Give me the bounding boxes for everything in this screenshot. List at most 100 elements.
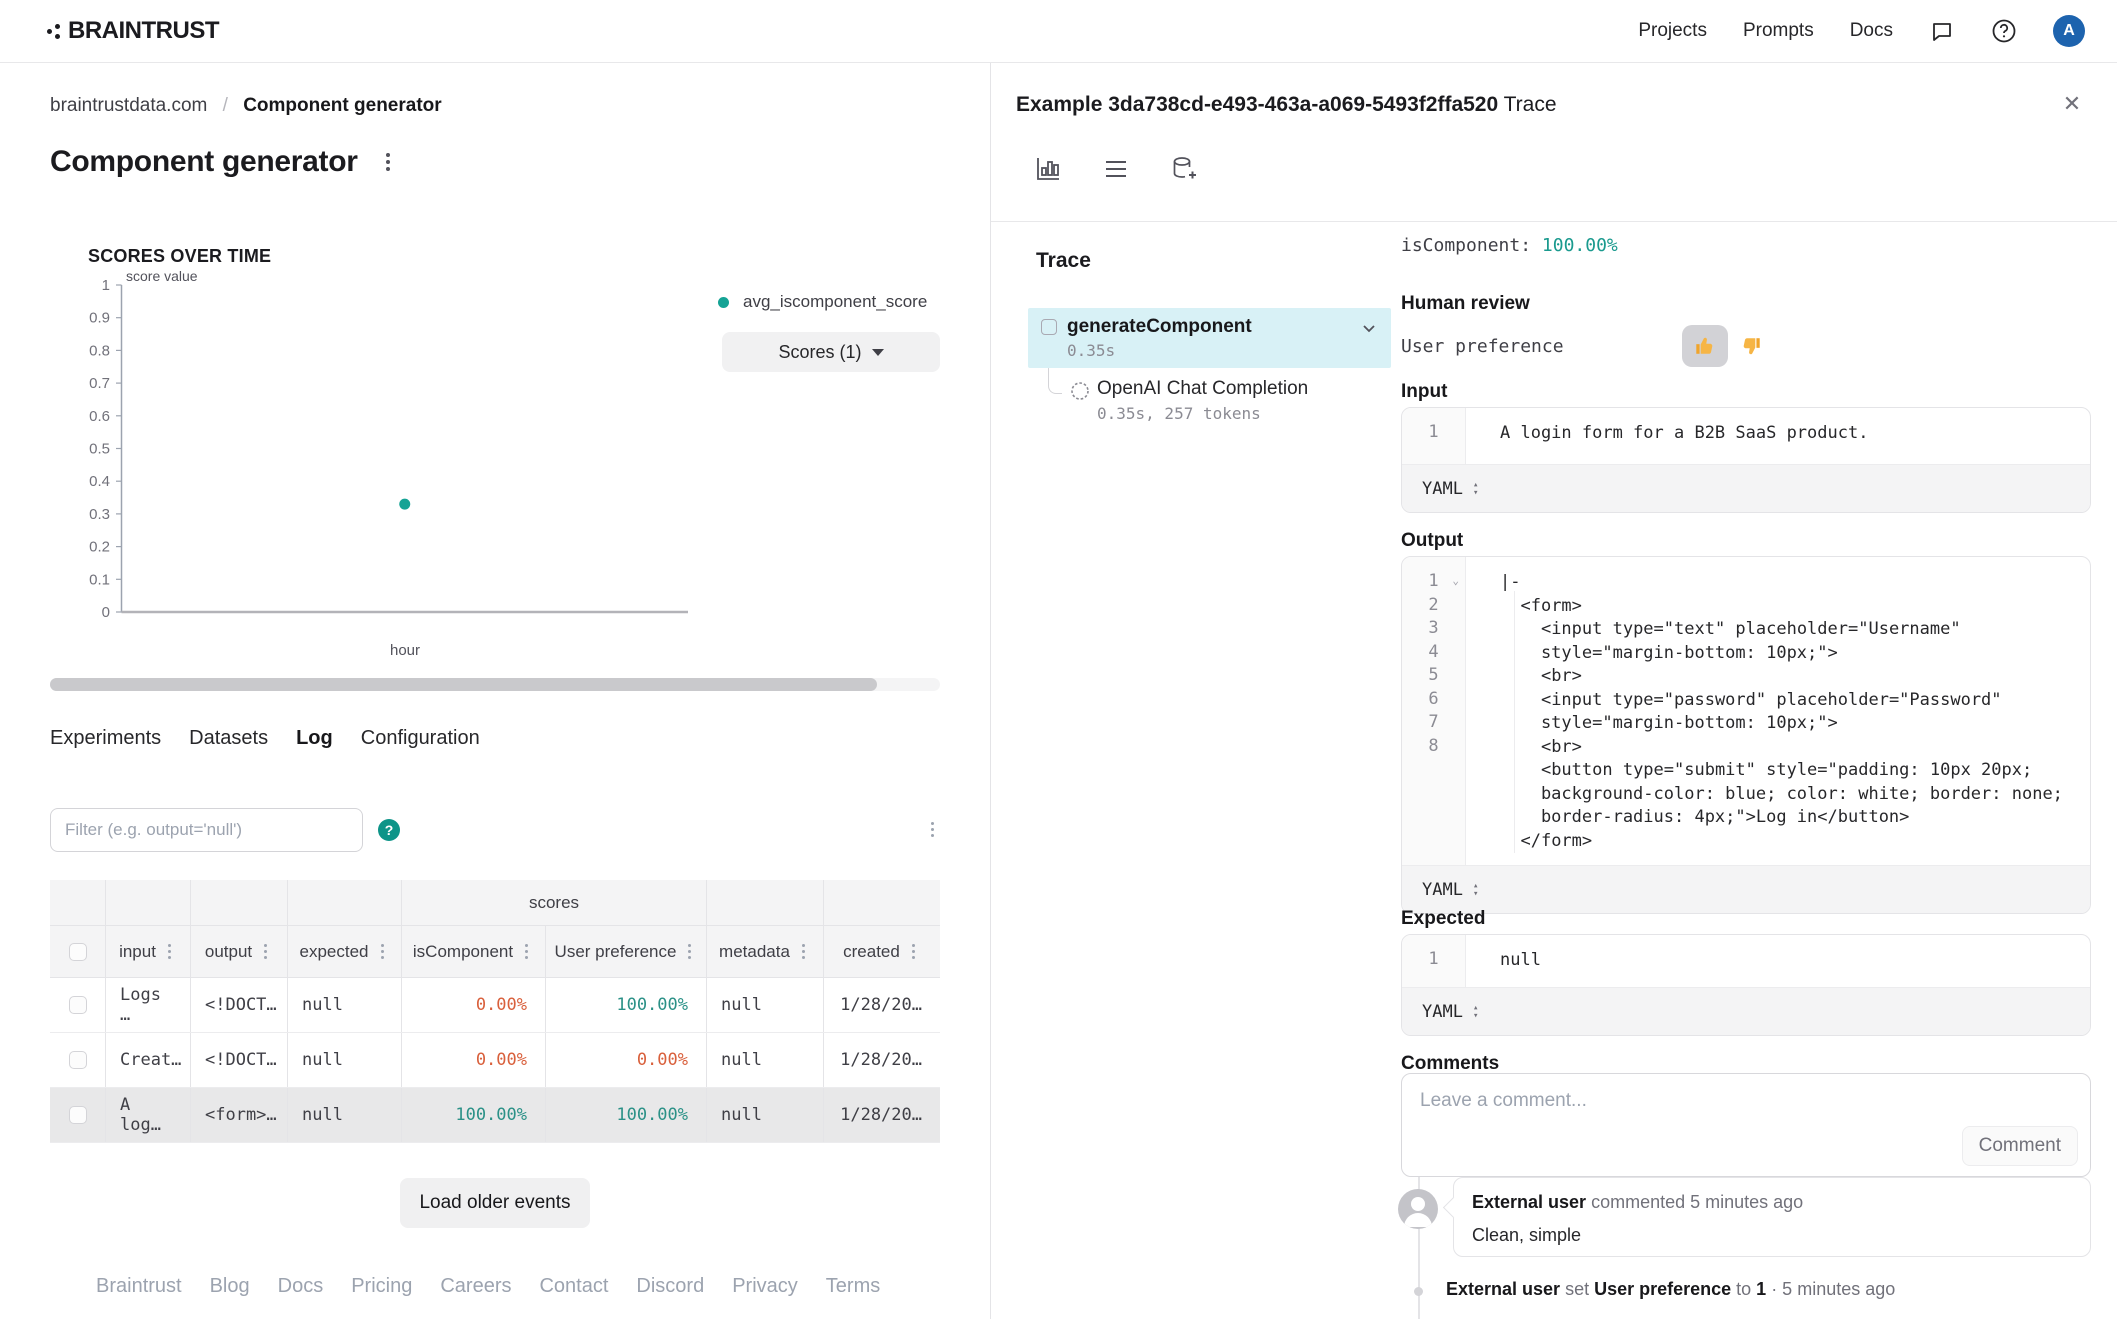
output-value[interactable]: |- <form> <input type="text" placeholder… <box>1466 557 2090 865</box>
trace-panel: Example 3da738cd-e493-463a-a069-5493f2ff… <box>990 63 2117 1319</box>
nav-projects[interactable]: Projects <box>1638 20 1707 42</box>
svg-text:0.8: 0.8 <box>89 342 110 359</box>
trace-span-generatecomponent[interactable]: generateComponent 0.35s <box>1028 308 1391 368</box>
svg-text:0.5: 0.5 <box>89 441 110 458</box>
comment-card: External user commented 5 minutes ago Cl… <box>1453 1177 2091 1257</box>
footer-link-privacy[interactable]: Privacy <box>732 1275 798 1298</box>
scores-over-time-chart: SCORES OVER TIME score value 10.90.80.70… <box>50 238 990 708</box>
output-codebox: 1⌄2345678 |- <form> <input type="text" p… <box>1401 556 2091 914</box>
svg-text:0.6: 0.6 <box>89 408 110 425</box>
col-input-menu[interactable] <box>162 938 177 965</box>
span-checkbox[interactable] <box>1041 319 1057 335</box>
input-format-select[interactable]: YAML ▴▾ <box>1402 464 2090 512</box>
user-avatar[interactable]: A <box>2053 15 2085 47</box>
col-created: created <box>843 942 900 962</box>
expected-format-select[interactable]: YAML ▴▾ <box>1402 987 2090 1035</box>
braintrust-logo-text: BRAINTRUST <box>68 17 219 45</box>
row-checkbox[interactable] <box>69 1051 87 1069</box>
row-checkbox[interactable] <box>69 996 87 1014</box>
braintrust-logo-icon <box>47 20 61 42</box>
comment-submit-button[interactable]: Comment <box>1962 1126 2078 1166</box>
project-tabs: Experiments Datasets Log Configuration <box>50 727 480 750</box>
chart-scrollbar-thumb[interactable] <box>50 678 877 691</box>
span-detail: isComponent: 100.00% Human review User p… <box>1401 63 2091 1319</box>
col-metadata-menu[interactable] <box>796 938 811 965</box>
table-row-selected[interactable]: A log… <form>… null 100.00% 100.00% null… <box>50 1088 940 1143</box>
chat-bubble-icon <box>1069 381 1091 408</box>
footer-link-docs[interactable]: Docs <box>278 1275 324 1298</box>
chevron-down-icon[interactable] <box>1361 320 1377 341</box>
footer-link-discord[interactable]: Discord <box>636 1275 704 1298</box>
score-value: 100.00% <box>1542 235 1618 256</box>
col-metadata: metadata <box>719 942 790 962</box>
nav-prompts[interactable]: Prompts <box>1743 20 1814 42</box>
project-menu-button[interactable] <box>380 147 396 177</box>
scores-dropdown[interactable]: Scores (1) <box>722 332 940 372</box>
footer-link-terms[interactable]: Terms <box>826 1275 880 1298</box>
output-format-select[interactable]: YAML ▴▾ <box>1402 865 2090 913</box>
table-row[interactable]: Creat… <!DOCT… null 0.00% 0.00% null 1/2… <box>50 1033 940 1088</box>
legend-series-label[interactable]: avg_iscomponent_score <box>743 292 927 312</box>
select-arrows-icon: ▴▾ <box>1473 882 1478 898</box>
commenter-avatar <box>1398 1189 1438 1229</box>
score-summary: isComponent: 100.00% <box>1401 235 1618 256</box>
span-duration: 0.35s <box>1067 341 1115 360</box>
input-codebox: 1 A login form for a B2B SaaS product. Y… <box>1401 407 2091 513</box>
braintrust-logo[interactable]: BRAINTRUST <box>47 17 219 45</box>
comments-heading: Comments <box>1401 1053 1499 1075</box>
chart-data-point[interactable] <box>399 499 410 510</box>
footer-link-pricing[interactable]: Pricing <box>351 1275 412 1298</box>
filter-help-icon[interactable]: ? <box>378 819 400 841</box>
input-value: A login form for a B2B SaaS product. <box>1500 422 2072 446</box>
human-review-heading: Human review <box>1401 293 1530 315</box>
svg-text:0.7: 0.7 <box>89 375 110 392</box>
select-arrows-icon: ▴▾ <box>1473 1004 1478 1020</box>
input-heading: Input <box>1401 381 1447 403</box>
chart-x-axis-label: hour <box>350 642 460 659</box>
select-all-checkbox[interactable] <box>69 943 87 961</box>
add-to-dataset-icon[interactable] <box>1170 155 1198 183</box>
tab-configuration[interactable]: Configuration <box>361 727 480 750</box>
footer-link-braintrust[interactable]: Braintrust <box>96 1275 182 1298</box>
chevron-down-icon <box>872 349 884 356</box>
svg-text:0.2: 0.2 <box>89 539 110 556</box>
col-user-preference-menu[interactable] <box>682 938 697 965</box>
svg-text:0: 0 <box>102 604 110 621</box>
col-iscomponent-menu[interactable] <box>519 938 534 965</box>
chart-legend: avg_iscomponent_score <box>718 292 990 312</box>
trace-connector-line <box>1048 368 1062 394</box>
footer-link-careers[interactable]: Careers <box>440 1275 511 1298</box>
chart-view-icon[interactable] <box>1034 155 1062 183</box>
chart-scrollbar[interactable] <box>50 678 940 691</box>
row-checkbox[interactable] <box>69 1106 87 1124</box>
tab-experiments[interactable]: Experiments <box>50 727 161 750</box>
feedback-chat-icon[interactable] <box>1929 18 1955 44</box>
load-older-events-button[interactable]: Load older events <box>400 1178 590 1228</box>
list-view-icon[interactable] <box>1102 155 1130 183</box>
footer-link-blog[interactable]: Blog <box>210 1275 250 1298</box>
scores-group-header: scores <box>402 880 707 925</box>
tab-datasets[interactable]: Datasets <box>189 727 268 750</box>
user-preference-label: User preference <box>1401 336 1564 357</box>
footer-link-contact[interactable]: Contact <box>539 1275 608 1298</box>
thumbs-down-button[interactable] <box>1728 325 1774 367</box>
breadcrumb: braintrustdata.com / Component generator <box>50 95 442 117</box>
svg-text:0.1: 0.1 <box>89 571 110 588</box>
col-expected-menu[interactable] <box>375 938 390 965</box>
breadcrumb-org[interactable]: braintrustdata.com <box>50 95 207 116</box>
page-title: Component generator <box>50 145 358 179</box>
help-icon[interactable] <box>1991 18 2017 44</box>
preference-event: External user set User preference to 1 ·… <box>1446 1279 1895 1300</box>
nav-docs[interactable]: Docs <box>1850 20 1893 42</box>
comment-header: External user commented 5 minutes ago <box>1472 1192 2072 1213</box>
select-arrows-icon: ▴▾ <box>1473 481 1478 497</box>
tab-log[interactable]: Log <box>296 727 333 750</box>
col-output-menu[interactable] <box>258 938 273 965</box>
table-row[interactable]: Logs … <!DOCT… null 0.00% 100.00% null 1… <box>50 978 940 1033</box>
filter-input[interactable] <box>50 808 363 852</box>
col-input: input <box>119 942 156 962</box>
col-created-menu[interactable] <box>906 938 921 965</box>
thumbs-up-button[interactable] <box>1682 325 1728 367</box>
table-options-button[interactable] <box>925 816 940 843</box>
top-nav: BRAINTRUST Projects Prompts Docs A <box>0 0 2117 63</box>
